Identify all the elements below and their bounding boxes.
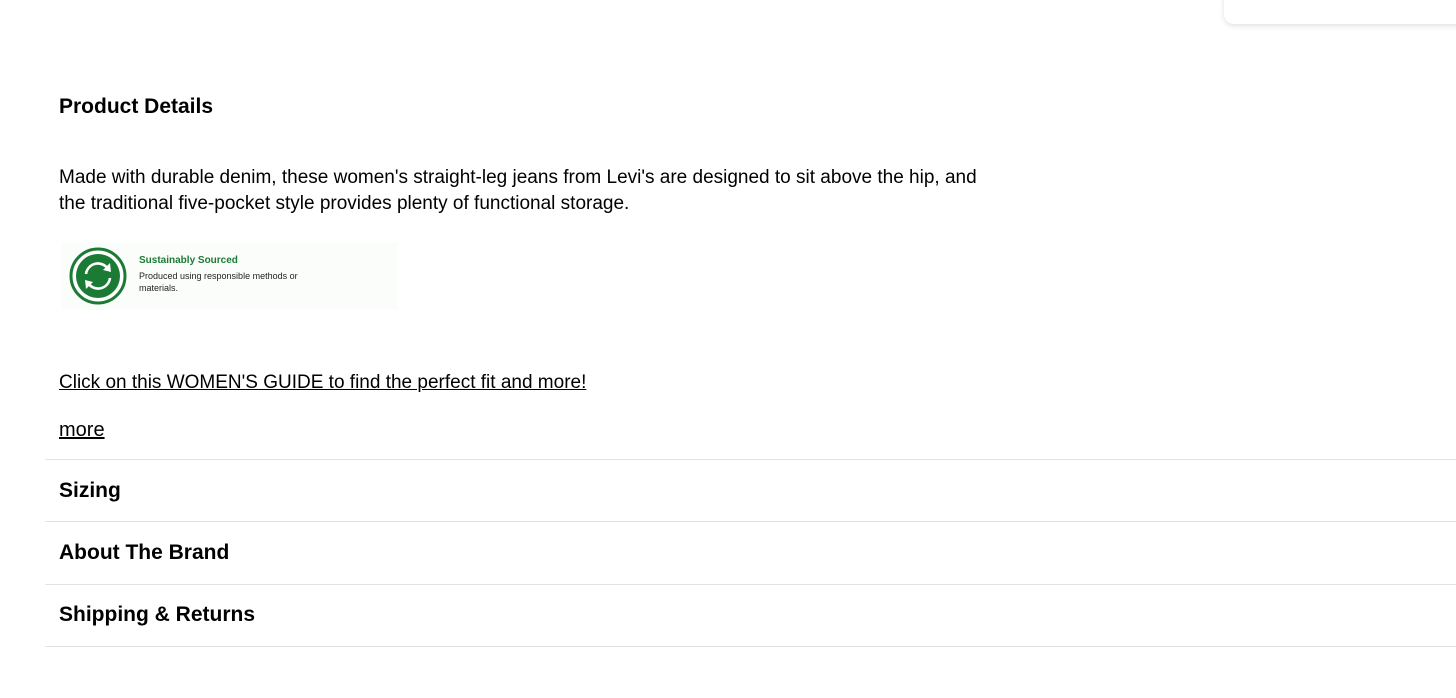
product-info-page: Product Details Made with durable denim,… xyxy=(0,0,1456,698)
badge-title: Sustainably Sourced xyxy=(139,255,238,266)
divider xyxy=(45,521,1456,522)
product-details-heading[interactable]: Product Details xyxy=(59,93,213,121)
divider xyxy=(45,584,1456,585)
floating-card xyxy=(1224,0,1456,24)
accordion-sizing[interactable]: Sizing xyxy=(59,477,121,505)
product-description: Made with durable denim, these women's s… xyxy=(59,167,977,214)
accordion-about-the-brand[interactable]: About The Brand xyxy=(59,539,229,567)
badge-description: Produced using responsible methods or ma… xyxy=(139,271,298,293)
badge-text: Sustainably Sourced Produced using respo… xyxy=(139,254,329,294)
recycle-arrows-icon xyxy=(69,247,127,305)
accordion-shipping-returns[interactable]: Shipping & Returns xyxy=(59,601,255,629)
womens-guide-link[interactable]: Click on this WOMEN'S GUIDE to find the … xyxy=(59,370,586,396)
sustainably-sourced-badge: Sustainably Sourced Produced using respo… xyxy=(62,242,398,310)
divider xyxy=(45,646,1456,647)
divider xyxy=(45,459,1456,460)
more-link[interactable]: more xyxy=(59,417,105,443)
